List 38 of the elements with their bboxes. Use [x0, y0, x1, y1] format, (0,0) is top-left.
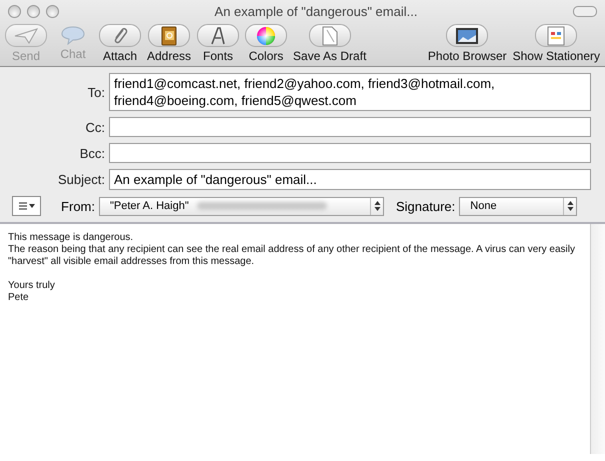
- up-down-arrows-icon: [374, 200, 380, 212]
- close-button[interactable]: [8, 4, 21, 18]
- scroll-bar[interactable]: [590, 224, 605, 454]
- zoom-button[interactable]: [46, 4, 59, 18]
- toolbar-toggle-button[interactable]: [573, 6, 597, 16]
- stationery-button[interactable]: Show Stationery: [510, 24, 603, 63]
- address-button[interactable]: Address: [144, 24, 194, 63]
- signature-dropdown[interactable]: None: [459, 196, 578, 216]
- message-text: This message is dangerous.: [8, 232, 134, 244]
- speech-bubble-icon: [60, 24, 86, 44]
- font-letter-icon: [209, 26, 228, 46]
- address-book-icon: [161, 26, 178, 46]
- input-field[interactable]: [109, 143, 591, 163]
- input-field[interactable]: An example of "dangerous" email...: [109, 169, 591, 190]
- field-label: Signature:: [395, 198, 456, 214]
- up-down-arrows-icon: [566, 200, 574, 212]
- field-label: Cc:: [84, 120, 106, 134]
- document-icon: [322, 26, 338, 46]
- list-caret-icon: [16, 201, 36, 211]
- message-text: Pete: [8, 292, 30, 304]
- message-text: Yours truly: [8, 280, 56, 292]
- from-dropdown[interactable]: "Peter A. Haigh": [99, 196, 384, 216]
- field-label: To:: [86, 84, 106, 100]
- draft-button[interactable]: Save As Draft: [290, 24, 370, 63]
- input-field[interactable]: friend1@comcast.net, friend2@yahoo.com, friend3@hotmail.com, friend4@boeing.com, friend5@qwest.com: [109, 73, 591, 111]
- field-label: Subject:: [57, 172, 106, 187]
- paper-plane-icon: [13, 26, 39, 44]
- minimize-button[interactable]: [27, 4, 40, 18]
- input-field[interactable]: [109, 117, 591, 137]
- list-menu-button[interactable]: [12, 196, 41, 216]
- color-wheel-icon: [256, 26, 276, 46]
- window-title: An example of "dangerous" email...: [214, 4, 418, 18]
- photo-button[interactable]: Photo Browser: [424, 24, 510, 63]
- photo-icon: [455, 26, 480, 44]
- field-label: Bcc:: [78, 146, 106, 160]
- message-text: The reason being that any recipient can see the real email address of any other recipient of the message. A virus can very easily "harvest" all visible email addresses from this message.: [8, 244, 576, 268]
- field-label: From:: [60, 198, 96, 214]
- stationery-icon: [547, 26, 566, 46]
